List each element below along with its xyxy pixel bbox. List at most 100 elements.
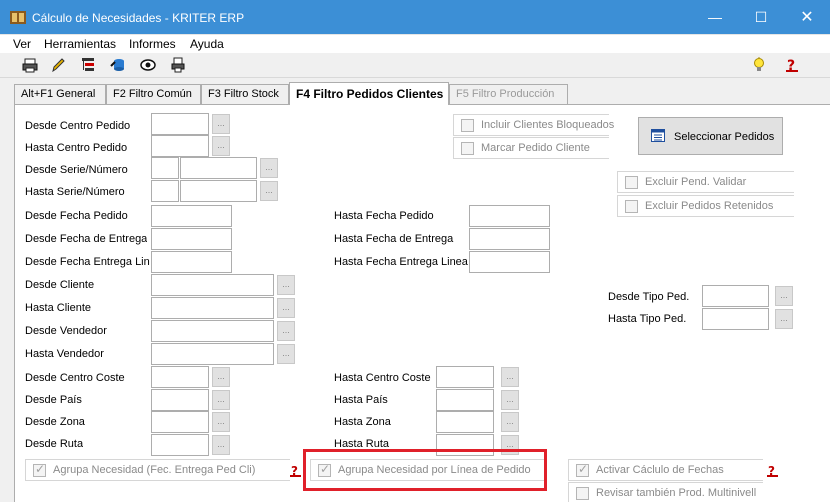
revisar-multinivell-checkbox[interactable]: Revisar también Prod. Multinivell xyxy=(568,482,763,502)
database-icon[interactable] xyxy=(110,57,126,73)
print-preview-icon[interactable] xyxy=(170,57,186,73)
eye-icon[interactable] xyxy=(140,57,156,73)
lightbulb-icon[interactable] xyxy=(751,57,767,73)
hasta-tipo-ped-lookup[interactable]: ... xyxy=(775,309,793,329)
desde-pais-lookup[interactable]: ... xyxy=(212,390,230,410)
desde-tipo-ped-input[interactable] xyxy=(702,285,769,307)
list-window-icon xyxy=(651,129,665,142)
checkbox-label: Activar Cáclulo de Fechas xyxy=(596,464,724,476)
help-icon[interactable]: ? xyxy=(290,464,304,478)
agrupa-necesidad-fec-checkbox[interactable]: Agrupa Necesidad (Fec. Entrega Ped Cli) xyxy=(25,459,290,481)
desde-centro-coste-lookup[interactable]: ... xyxy=(212,367,230,387)
checkbox-box[interactable] xyxy=(576,462,589,477)
incluir-clientes-bloqueados-checkbox[interactable]: Incluir Clientes Bloqueados xyxy=(453,114,614,136)
label-hasta-zona: Hasta Zona xyxy=(334,416,391,428)
tab-filtro-produccion[interactable]: F5 Filtro Producción xyxy=(449,84,568,104)
menu-herramientas[interactable]: Herramientas xyxy=(44,37,116,51)
minimize-button[interactable]: — xyxy=(692,0,738,35)
hasta-zona-lookup[interactable]: ... xyxy=(501,412,519,432)
window-title: Cálculo de Necesidades - KRITER ERP xyxy=(32,11,245,25)
hasta-centro-pedido-lookup[interactable]: ... xyxy=(212,136,230,156)
checkbox-label: Agrupa Necesidad (Fec. Entrega Ped Cli) xyxy=(53,464,256,476)
label-hasta-vendedor: Hasta Vendedor xyxy=(25,348,104,360)
label-hasta-centro-pedido: Hasta Centro Pedido xyxy=(25,142,128,154)
hasta-fecha-pedido-input[interactable] xyxy=(469,205,550,227)
label-desde-fecha-entrega: Desde Fecha de Entrega xyxy=(25,233,148,245)
desde-centro-coste-input[interactable] xyxy=(151,366,209,388)
activar-calculo-fechas-checkbox[interactable]: Activar Cáclulo de Fechas xyxy=(568,459,763,481)
hasta-cliente-lookup[interactable]: ... xyxy=(277,298,295,318)
checkbox-box[interactable] xyxy=(625,200,638,213)
label-desde-zona: Desde Zona xyxy=(25,416,85,428)
label-hasta-cliente: Hasta Cliente xyxy=(25,302,92,314)
label-desde-tipo-ped: Desde Tipo Ped. xyxy=(608,291,690,303)
menu-informes[interactable]: Informes xyxy=(129,37,176,51)
hasta-serie-lookup[interactable]: ... xyxy=(260,181,278,201)
hasta-pais-input[interactable] xyxy=(436,389,494,411)
desde-pais-input[interactable] xyxy=(151,389,209,411)
label-desde-fecha-entrega-linea: Desde Fecha Entrega Linea xyxy=(25,256,150,268)
desde-centro-pedido-lookup[interactable]: ... xyxy=(212,114,230,134)
label-desde-fecha-pedido: Desde Fecha Pedido xyxy=(25,210,128,222)
desde-fecha-entrega-input[interactable] xyxy=(151,228,232,250)
menu-ayuda[interactable]: Ayuda xyxy=(190,37,224,51)
title-bar: Cálculo de Necesidades - KRITER ERP — ☐ … xyxy=(0,0,830,35)
hasta-vendedor-lookup[interactable]: ... xyxy=(277,344,295,364)
hasta-centro-coste-input[interactable] xyxy=(436,366,494,388)
desde-cliente-input[interactable] xyxy=(151,274,274,296)
desde-cliente-lookup[interactable]: ... xyxy=(277,275,295,295)
hasta-fecha-entrega-linea-input[interactable] xyxy=(469,251,550,273)
hasta-cliente-input[interactable] xyxy=(151,297,274,319)
tab-filtro-comun[interactable]: F2 Filtro Común xyxy=(106,84,201,104)
seleccionar-pedidos-button[interactable]: Seleccionar Pedidos xyxy=(638,117,783,155)
desde-serie-lookup[interactable]: ... xyxy=(260,158,278,178)
hasta-pais-lookup[interactable]: ... xyxy=(501,390,519,410)
hasta-vendedor-input[interactable] xyxy=(151,343,274,365)
desde-fecha-pedido-input[interactable] xyxy=(151,205,232,227)
label-hasta-fecha-entrega-linea: Hasta Fecha Entrega Linea xyxy=(334,256,468,268)
label-hasta-fecha-entrega: Hasta Fecha de Entrega xyxy=(334,233,454,245)
checkbox-box[interactable] xyxy=(625,176,638,189)
desde-ruta-input[interactable] xyxy=(151,434,209,456)
checkbox-label: Revisar también Prod. Multinivell xyxy=(596,487,757,499)
hasta-numero-input[interactable] xyxy=(180,180,257,202)
printer-icon[interactable] xyxy=(22,57,38,73)
checkbox-label: Excluir Pedidos Retenidos xyxy=(645,200,774,212)
pencil-icon[interactable] xyxy=(50,57,66,73)
desde-vendedor-lookup[interactable]: ... xyxy=(277,321,295,341)
desde-tipo-ped-lookup[interactable]: ... xyxy=(775,286,793,306)
excluir-pend-validar-checkbox[interactable]: Excluir Pend. Validar xyxy=(617,171,794,193)
desde-zona-input[interactable] xyxy=(151,411,209,433)
desde-centro-pedido-input[interactable] xyxy=(151,113,209,135)
desde-ruta-lookup[interactable]: ... xyxy=(212,435,230,455)
desde-zona-lookup[interactable]: ... xyxy=(212,412,230,432)
tree-icon[interactable] xyxy=(80,57,96,73)
hasta-serie-input[interactable] xyxy=(151,180,179,202)
label-hasta-pais: Hasta País xyxy=(334,394,388,406)
help-icon[interactable]: ? xyxy=(767,464,781,478)
desde-fecha-entrega-linea-input[interactable] xyxy=(151,251,232,273)
app-icon xyxy=(10,11,26,24)
hasta-centro-coste-lookup[interactable]: ... xyxy=(501,367,519,387)
tab-filtro-pedidos-clientes[interactable]: F4 Filtro Pedidos Clientes xyxy=(289,82,449,105)
hasta-tipo-ped-input[interactable] xyxy=(702,308,769,330)
close-button[interactable]: ✕ xyxy=(784,0,830,35)
hasta-centro-pedido-input[interactable] xyxy=(151,135,209,157)
checkbox-box[interactable] xyxy=(461,142,474,155)
hasta-zona-input[interactable] xyxy=(436,411,494,433)
tab-general[interactable]: Alt+F1 General xyxy=(14,84,106,104)
desde-vendedor-input[interactable] xyxy=(151,320,274,342)
tab-filtro-stock[interactable]: F3 Filtro Stock xyxy=(201,84,289,104)
help-icon[interactable]: ? xyxy=(785,57,801,73)
label-desde-ruta: Desde Ruta xyxy=(25,438,84,450)
desde-serie-input[interactable] xyxy=(151,157,179,179)
hasta-fecha-entrega-input[interactable] xyxy=(469,228,550,250)
checkbox-box[interactable] xyxy=(33,462,46,477)
checkbox-box[interactable] xyxy=(461,119,474,132)
menu-ver[interactable]: Ver xyxy=(13,37,31,51)
maximize-button[interactable]: ☐ xyxy=(738,0,784,35)
excluir-pedidos-retenidos-checkbox[interactable]: Excluir Pedidos Retenidos xyxy=(617,195,794,217)
marcar-pedido-cliente-checkbox[interactable]: Marcar Pedido Cliente xyxy=(453,137,609,159)
desde-numero-input[interactable] xyxy=(180,157,257,179)
checkbox-box[interactable] xyxy=(576,487,589,500)
